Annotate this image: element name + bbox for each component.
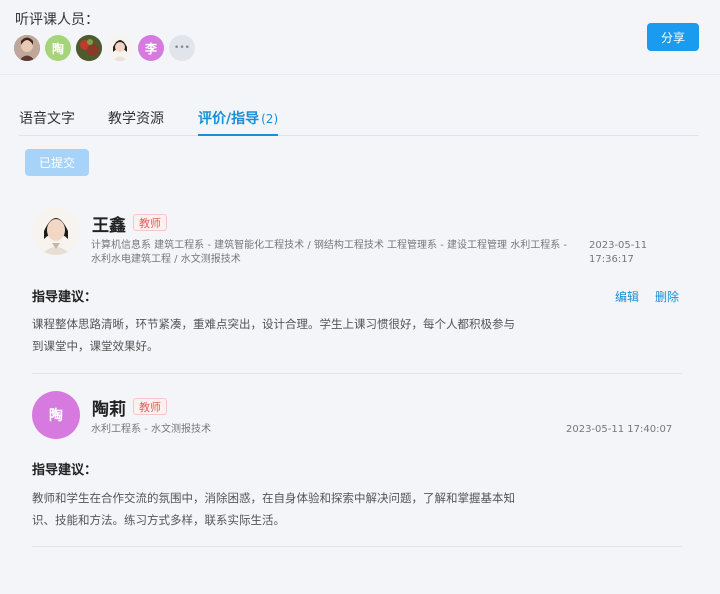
- tab-evaluation-guidance[interactable]: 评价/指导 (2): [198, 108, 279, 136]
- participants-label: 听评课人员：: [15, 12, 99, 28]
- delete-button[interactable]: 删除: [655, 288, 679, 305]
- department-info: 水利工程系 - 水文测报技术: [91, 424, 211, 435]
- guidance-label: 指导建议：: [32, 290, 98, 305]
- avatar[interactable]: 陶: [45, 35, 71, 61]
- content-line: 识、技能和方法。练习方式多样，联系实际生活。: [32, 513, 285, 527]
- tab-teaching-resources[interactable]: 教学资源: [108, 108, 164, 136]
- avatar[interactable]: [76, 35, 102, 61]
- avatar: [32, 207, 80, 255]
- avatar[interactable]: 李: [138, 35, 164, 61]
- content-line: 课程整体思路清晰，环节紧凑，重难点突出，设计合理。学生上课习惯很好，每个人都积极…: [32, 317, 515, 331]
- tab-bar: 语音文字 教学资源 评价/指导 (2): [19, 108, 699, 136]
- department-info: 计算机信息系 建筑工程系 - 建筑智能化工程技术 / 钢结构工程技术 工程管理系…: [91, 239, 567, 267]
- tab-label: 教学资源: [108, 111, 164, 127]
- tab-voice-text[interactable]: 语音文字: [19, 108, 75, 136]
- reviewer-name: 陶莉: [92, 400, 126, 420]
- guidance-content: 教师和学生在合作交流的氛围中，消除困惑，在自身体验和探索中解决问题，了解和掌握基…: [32, 487, 552, 531]
- share-button[interactable]: 分享: [647, 23, 699, 51]
- tab-label: 语音文字: [19, 111, 75, 127]
- edit-button[interactable]: 编辑: [615, 288, 639, 305]
- timestamp-time: 17:36:17: [589, 254, 634, 265]
- department-line: 水利水电建筑工程 / 水文测报技术: [91, 254, 241, 265]
- participant-avatars: 陶 李 •••: [14, 35, 200, 61]
- guidance-content: 课程整体思路清晰，环节紧凑，重难点突出，设计合理。学生上课习惯很好，每个人都积极…: [32, 313, 552, 357]
- role-badge: 教师: [133, 214, 167, 231]
- content-line: 教师和学生在合作交流的氛围中，消除困惑，在自身体验和探索中解决问题，了解和掌握基…: [32, 491, 515, 505]
- avatar[interactable]: [14, 35, 40, 61]
- tab-label: 评价/指导: [198, 111, 260, 127]
- header-bar: 听评课人员： 陶 李 ••• 分享: [0, 0, 720, 75]
- review-card: 王鑫 教师 计算机信息系 建筑工程系 - 建筑智能化工程技术 / 钢结构工程技术…: [32, 205, 682, 374]
- avatar[interactable]: [107, 35, 133, 61]
- review-timestamp: 2023-05-11 17:40:07: [566, 424, 673, 435]
- review-timestamp: 2023-05-11 17:36:17: [589, 239, 647, 267]
- guidance-label: 指导建议：: [32, 463, 98, 478]
- avatar: 陶: [32, 391, 80, 439]
- role-badge: 教师: [133, 398, 167, 415]
- more-avatars-button[interactable]: •••: [169, 35, 195, 61]
- submitted-button: 已提交: [25, 149, 89, 176]
- tab-count-badge: (2): [261, 112, 279, 126]
- reviewer-name: 王鑫: [92, 216, 126, 236]
- review-card: 陶 陶莉 教师 水利工程系 - 水文测报技术 2023-05-11 17:40:…: [32, 374, 682, 547]
- timestamp-date: 2023-05-11: [589, 240, 648, 251]
- content-line: 到课堂中，课堂效果好。: [32, 339, 159, 353]
- department-line: 计算机信息系 建筑工程系 - 建筑智能化工程技术 / 钢结构工程技术 工程管理系…: [91, 240, 567, 251]
